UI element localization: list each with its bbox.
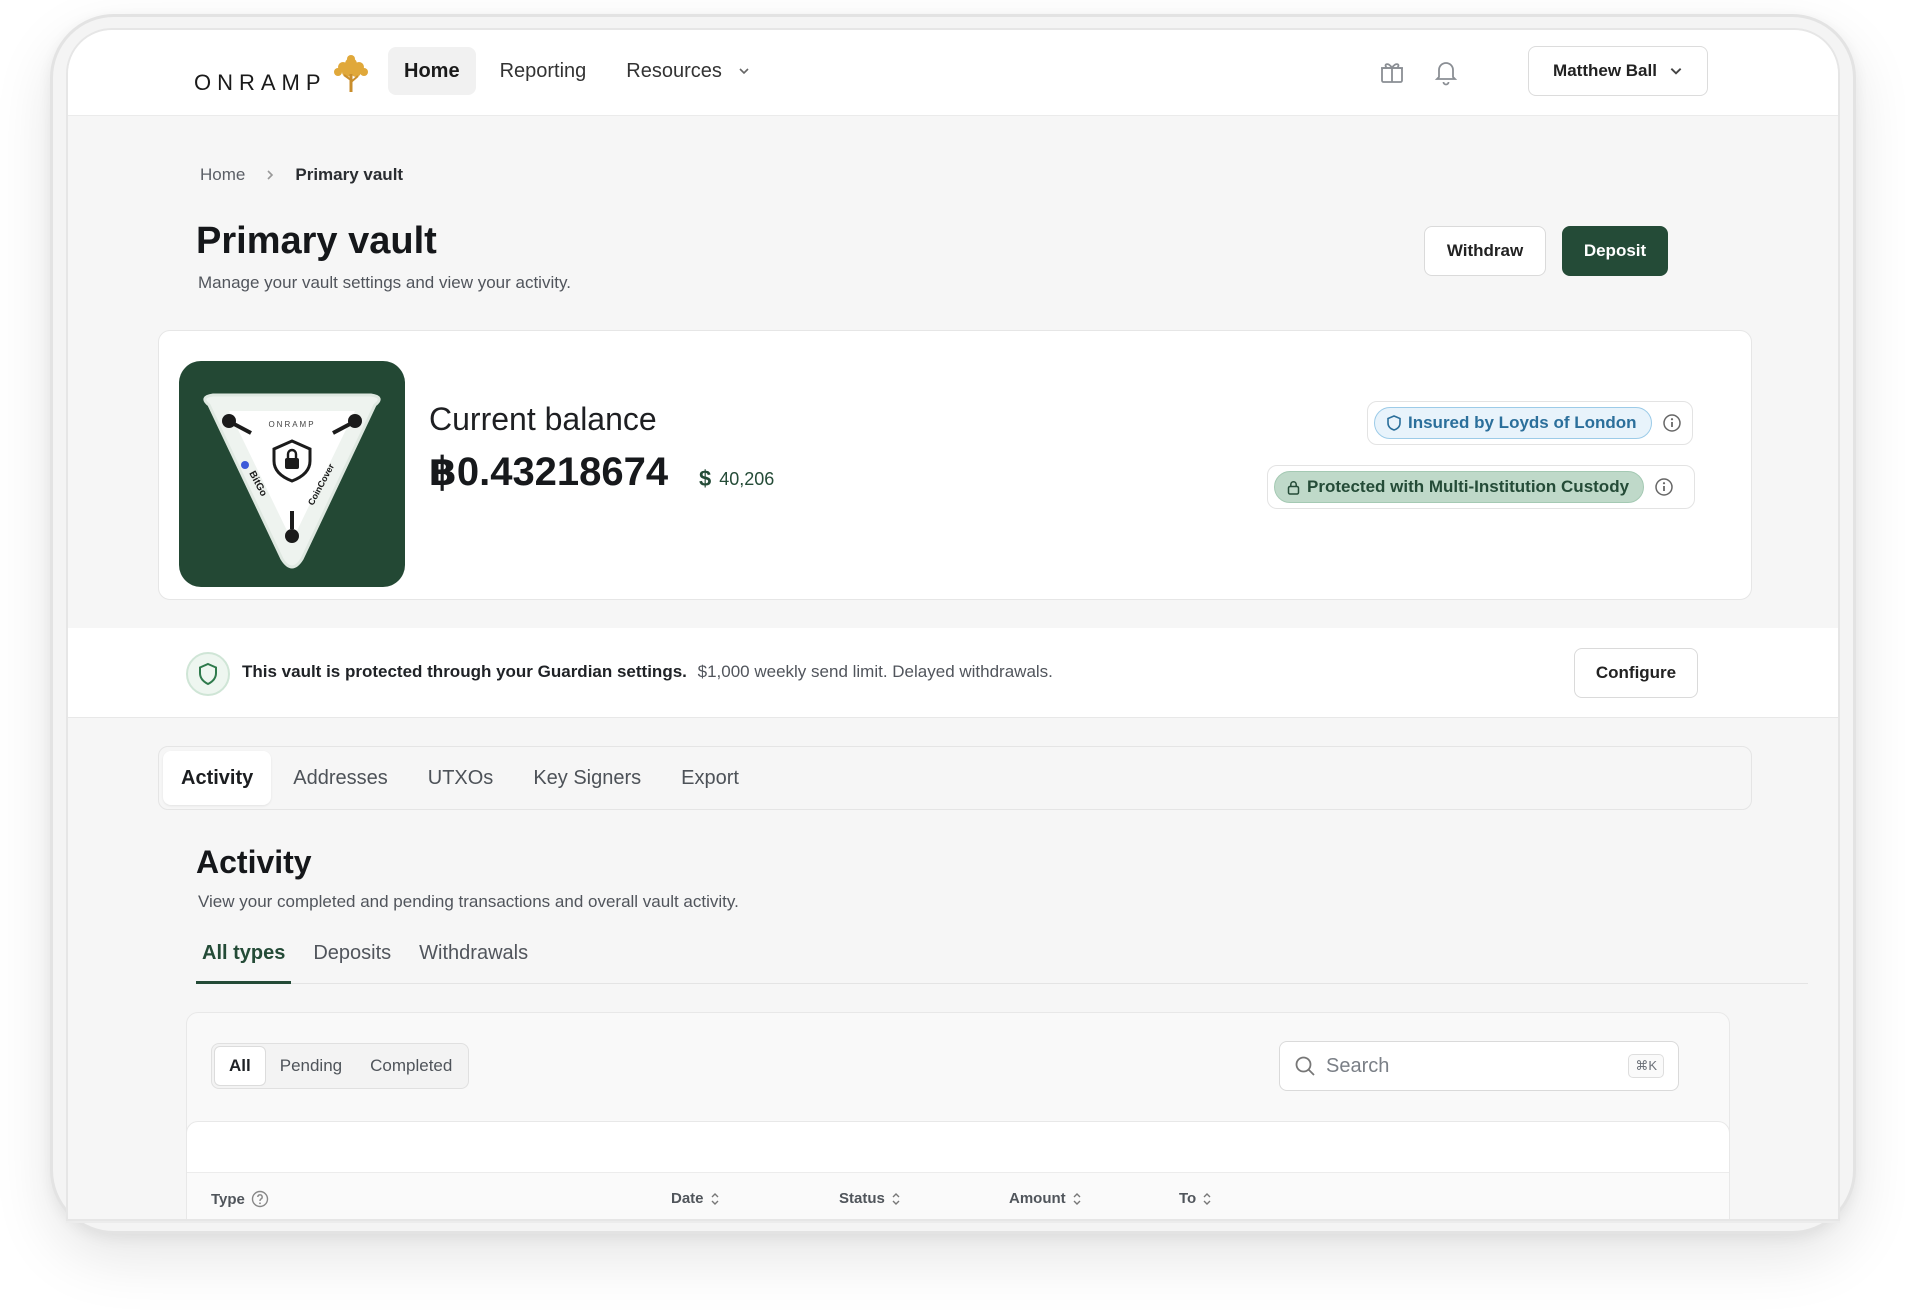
tab-addresses[interactable]: Addresses: [275, 751, 406, 805]
activity-table: Type Date Status Amount To: [186, 1121, 1730, 1219]
top-navbar: ONRAMP Home Reporting Resources Matthew …: [68, 30, 1838, 116]
breadcrumb-home[interactable]: Home: [200, 165, 245, 185]
col-date[interactable]: Date: [671, 1190, 720, 1207]
logo-text: ONRAMP: [194, 70, 327, 95]
subtab-withdrawals[interactable]: Withdrawals: [413, 940, 534, 984]
nav-resources[interactable]: Resources: [610, 47, 766, 95]
balance-label: Current balance: [429, 401, 657, 437]
table-header: Type Date Status Amount To: [187, 1172, 1729, 1219]
vault-tabs: Activity Addresses UTXOs Key Signers Exp…: [158, 746, 1752, 810]
col-status-label: Status: [839, 1190, 885, 1207]
activity-title: Activity: [196, 844, 312, 880]
bell-icon[interactable]: [1432, 58, 1460, 86]
breadcrumb-current: Primary vault: [295, 165, 404, 184]
help-icon[interactable]: [251, 1190, 269, 1208]
custody-badge: Protected with Multi-Institution Custody: [1274, 471, 1645, 503]
breadcrumb: Home Primary vault: [200, 165, 403, 185]
subtab-all-types[interactable]: All types: [196, 940, 292, 984]
col-type-label: Type: [211, 1190, 245, 1208]
custody-badge-text: Protected with Multi-Institution Custody: [1307, 477, 1630, 496]
search-shortcut: ⌘K: [1628, 1054, 1664, 1078]
tree-icon: [333, 55, 368, 92]
user-name: Matthew Ball: [1553, 61, 1657, 80]
withdraw-button[interactable]: Withdraw: [1424, 226, 1546, 276]
shield-icon: [1387, 415, 1401, 431]
col-amount[interactable]: Amount: [1009, 1190, 1082, 1207]
insured-badge-group: Insured by Loyds of London: [1367, 401, 1693, 445]
col-status[interactable]: Status: [839, 1190, 901, 1207]
balance-usd: $ 40,206: [699, 466, 774, 492]
info-icon[interactable]: [1654, 477, 1674, 497]
balance-usd-value: 40,206: [719, 468, 775, 489]
balance-amount: ฿0.43218674: [429, 450, 669, 494]
sort-icon: [892, 1192, 900, 1205]
guardian-message: This vault is protected through your Gua…: [242, 662, 1053, 682]
chevron-down-icon: [739, 68, 749, 75]
col-date-label: Date: [671, 1190, 704, 1207]
custody-badge-group: Protected with Multi-Institution Custody: [1267, 465, 1695, 509]
balance-card: ONRAMP BitGo CoinCover Current balance ฿…: [158, 330, 1752, 600]
filter-pending[interactable]: Pending: [266, 1046, 356, 1086]
col-to-label: To: [1179, 1190, 1197, 1207]
filter-all[interactable]: All: [214, 1046, 266, 1086]
search-placeholder: Search: [1326, 1054, 1390, 1077]
activity-type-tabs: All types Deposits Withdrawals: [196, 940, 1808, 984]
lock-icon: [1287, 480, 1300, 495]
insured-badge: Insured by Loyds of London: [1374, 407, 1652, 439]
status-filter: All Pending Completed: [211, 1043, 470, 1089]
search-input[interactable]: Search ⌘K: [1279, 1041, 1679, 1091]
vault-illustration: ONRAMP BitGo CoinCover: [179, 361, 405, 587]
guardian-bold-text: This vault is protected through your Gua…: [242, 662, 687, 681]
insured-badge-text: Insured by Loyds of London: [1408, 413, 1637, 432]
tab-key-signers[interactable]: Key Signers: [515, 751, 659, 805]
main-nav: Home Reporting Resources: [388, 47, 766, 95]
shield-icon: [186, 652, 230, 696]
vault-brand-text: ONRAMP: [268, 420, 315, 429]
filter-completed[interactable]: Completed: [356, 1046, 466, 1086]
col-to[interactable]: To: [1179, 1190, 1212, 1207]
subtab-deposits[interactable]: Deposits: [307, 940, 397, 984]
page-subtitle: Manage your vault settings and view your…: [198, 273, 571, 292]
tab-export[interactable]: Export: [663, 751, 757, 805]
tab-activity[interactable]: Activity: [163, 751, 272, 805]
sort-icon: [1203, 1192, 1211, 1205]
guardian-banner: This vault is protected through your Gua…: [68, 628, 1838, 718]
vault-triangle-icon: ONRAMP BitGo CoinCover: [203, 393, 381, 569]
app-screen: ONRAMP Home Reporting Resources Matthew …: [66, 28, 1840, 1221]
deposit-button[interactable]: Deposit: [1562, 226, 1668, 276]
onramp-logo[interactable]: ONRAMP: [194, 55, 373, 95]
gift-icon[interactable]: [1378, 58, 1406, 86]
activity-subtitle: View your completed and pending transact…: [198, 892, 739, 911]
activity-table-card: All Pending Completed Search ⌘K Type Dat…: [186, 1012, 1730, 1219]
nav-reporting[interactable]: Reporting: [484, 47, 603, 95]
dollar-icon: $: [699, 466, 712, 491]
nav-resources-label: Resources: [626, 59, 722, 82]
user-menu-button[interactable]: Matthew Ball: [1528, 46, 1708, 96]
search-icon: [1295, 1056, 1315, 1076]
nav-home[interactable]: Home: [388, 47, 476, 95]
tab-utxos[interactable]: UTXOs: [410, 751, 512, 805]
info-icon[interactable]: [1662, 413, 1682, 433]
sort-icon: [1073, 1192, 1081, 1205]
page-title: Primary vault: [196, 220, 437, 262]
col-amount-label: Amount: [1009, 1190, 1066, 1207]
chevron-right-icon: [267, 170, 274, 180]
col-type[interactable]: Type: [211, 1190, 269, 1208]
configure-button[interactable]: Configure: [1574, 648, 1698, 698]
sort-icon: [711, 1192, 719, 1205]
guardian-detail-text: $1,000 weekly send limit. Delayed withdr…: [697, 662, 1053, 681]
chevron-down-icon: [1670, 68, 1682, 75]
